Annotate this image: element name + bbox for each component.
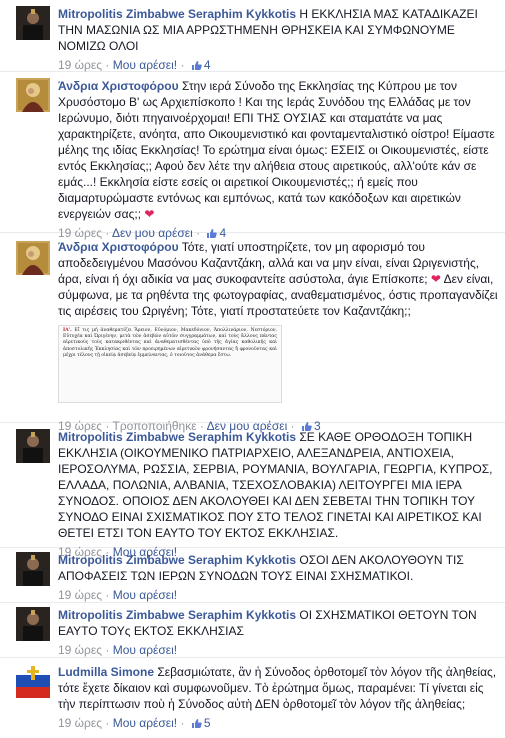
like-button[interactable]: Μου αρέσει! xyxy=(113,643,177,657)
comment: Mitropolitis Zimbabwe Seraphim Kykkotis … xyxy=(0,548,505,603)
avatar[interactable] xyxy=(16,664,50,698)
comment: Άνδρια Χριστοφόρου Στην ιερά Σύνοδο της … xyxy=(0,72,505,240)
comment-author[interactable]: Mitropolitis Zimbabwe Seraphim Kykkotis xyxy=(58,430,296,444)
comment: Άνδρια Χριστοφόρου Τότε, γιατί υποστηρίζ… xyxy=(0,233,505,433)
comment-text: Στην ιερά Σύνοδο της Εκκλησίας της Κύπρο… xyxy=(58,79,495,221)
comment-author[interactable]: Άνδρια Χριστοφόρου xyxy=(58,240,179,254)
comment: Mitropolitis Zimbabwe Seraphim Kykkotis … xyxy=(0,423,505,559)
like-count[interactable]: 5 xyxy=(204,716,211,730)
comment-time[interactable]: 19 ώρες xyxy=(58,643,102,657)
heart-icon: ❤ xyxy=(144,207,155,221)
comment-time[interactable]: 19 ώρες xyxy=(58,716,102,730)
comment-meta: 19 ώρες · Μου αρέσει! · 5 xyxy=(58,715,499,733)
thumbs-up-icon xyxy=(191,717,202,733)
comment: Ludmilla Simone Σεβασμιώτατε, ἂν ἡ Σύνοδ… xyxy=(0,658,505,738)
comment-author[interactable]: Mitropolitis Zimbabwe Seraphim Kykkotis xyxy=(58,7,296,21)
comment-meta: 19 ώρες · Μου αρέσει! xyxy=(58,588,178,602)
comment-author[interactable]: Mitropolitis Zimbabwe Seraphim Kykkotis xyxy=(58,553,296,567)
avatar[interactable] xyxy=(16,429,50,463)
photo-caption: ΙΑ'. Εἴ τις μὴ ἀναθεματίζει Ἄρειον, Εὐνό… xyxy=(63,328,277,358)
comment-meta: 19 ώρες · Μου αρέσει! xyxy=(58,643,178,657)
like-button[interactable]: Μου αρέσει! xyxy=(113,58,177,72)
like-button[interactable]: Μου αρέσει! xyxy=(113,588,177,602)
like-button[interactable]: Μου αρέσει! xyxy=(113,716,177,730)
comment-text: ΣΕ ΚΑΘΕ ΟΡΘΟΔΟΞΗ ΤΟΠΙΚΗ ΕΚΚΛΗΣΙΑ (ΟΙΚΟΥΜ… xyxy=(58,430,493,540)
avatar[interactable] xyxy=(16,552,50,586)
comment: Mitropolitis Zimbabwe Seraphim Kykkotis … xyxy=(0,603,505,658)
avatar[interactable] xyxy=(16,78,50,112)
like-count[interactable]: 4 xyxy=(204,58,211,72)
attached-photo[interactable]: ΙΑ'. Εἴ τις μὴ ἀναθεματίζει Ἄρειον, Εὐνό… xyxy=(58,325,282,403)
avatar[interactable] xyxy=(16,241,50,275)
heart-icon: ❤ xyxy=(430,272,441,286)
comment-time[interactable]: 19 ώρες xyxy=(58,588,102,602)
comment: Mitropolitis Zimbabwe Seraphim Kykkotis … xyxy=(0,0,505,72)
avatar[interactable] xyxy=(16,6,50,40)
comment-time[interactable]: 19 ώρες xyxy=(58,58,102,72)
comment-author[interactable]: Ludmilla Simone xyxy=(58,665,154,679)
comment-author[interactable]: Άνδρια Χριστοφόρου xyxy=(58,79,179,93)
avatar[interactable] xyxy=(16,607,50,641)
comment-author[interactable]: Mitropolitis Zimbabwe Seraphim Kykkotis xyxy=(58,608,296,622)
